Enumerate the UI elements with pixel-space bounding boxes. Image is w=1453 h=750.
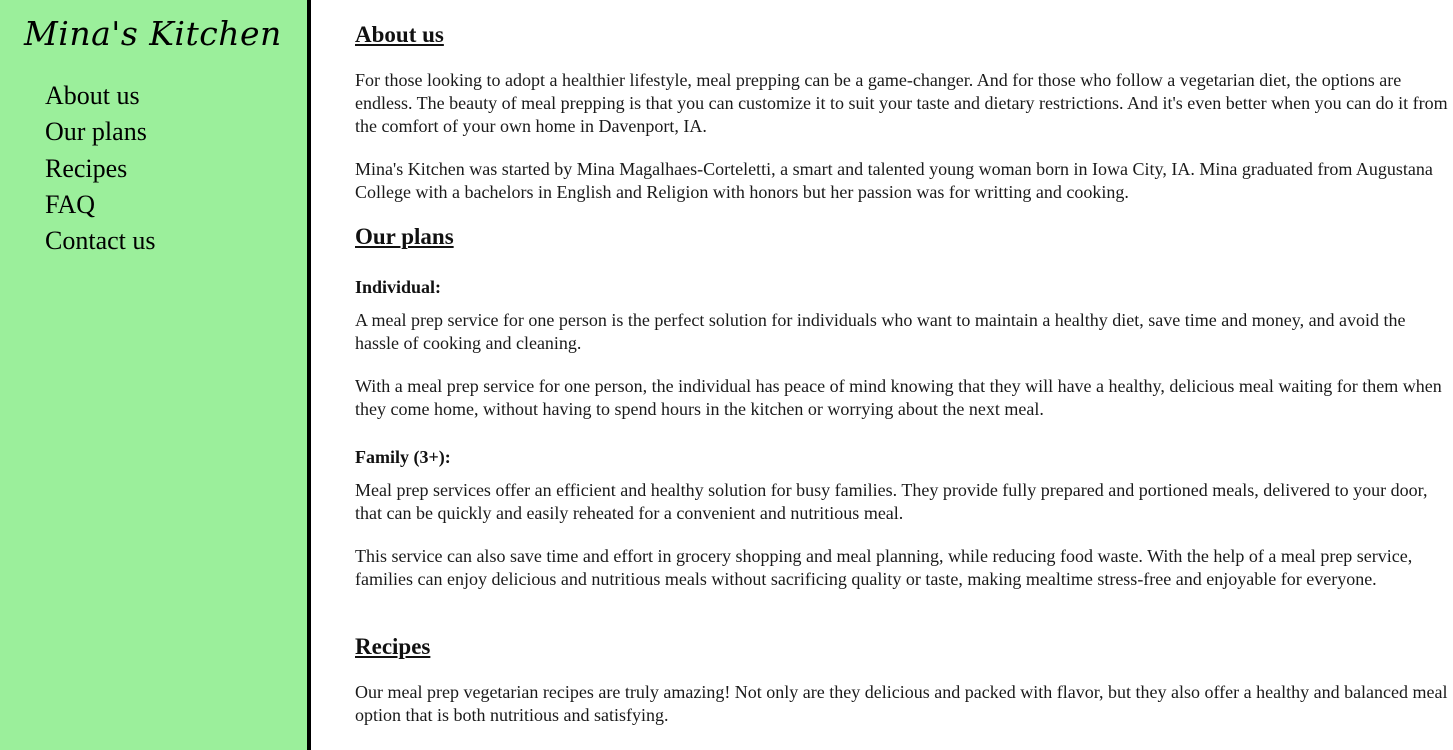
about-paragraph-2: Mina's Kitchen was started by Mina Magal… — [355, 159, 1433, 202]
plan-individual-paragraph-2: With a meal prep service for one person,… — [355, 376, 1442, 419]
nav-link-contact-us[interactable]: Contact us — [45, 223, 156, 259]
site-logo-text[interactable]: Mina's Kitchen — [24, 14, 282, 53]
recipes-heading: Recipes — [355, 634, 431, 659]
nav-link-about-us[interactable]: About us — [45, 78, 156, 114]
plan-family-paragraph-2: This service can also save time and effo… — [355, 546, 1413, 589]
nav-link-faq[interactable]: FAQ — [45, 187, 156, 223]
about-heading: About us — [355, 22, 444, 47]
plan-family-title: Family (3+): — [355, 447, 451, 467]
sidebar: Mina's Kitchen About us Our plans Recipe… — [0, 0, 311, 750]
plan-individual-title: Individual: — [355, 277, 442, 297]
nav-link-our-plans[interactable]: Our plans — [45, 114, 156, 150]
sidebar-nav: About us Our plans Recipes FAQ Contact u… — [45, 78, 156, 259]
about-paragraph-1: For those looking to adopt a healthier l… — [355, 70, 1448, 136]
plan-individual-paragraph-1: A meal prep service for one person is th… — [355, 310, 1406, 353]
plans-heading: Our plans — [355, 224, 454, 249]
plan-family-paragraph-1: Meal prep services offer an efficient an… — [355, 480, 1428, 523]
recipes-paragraph-1: Our meal prep vegetarian recipes are tru… — [355, 682, 1448, 725]
nav-link-recipes[interactable]: Recipes — [45, 151, 156, 187]
